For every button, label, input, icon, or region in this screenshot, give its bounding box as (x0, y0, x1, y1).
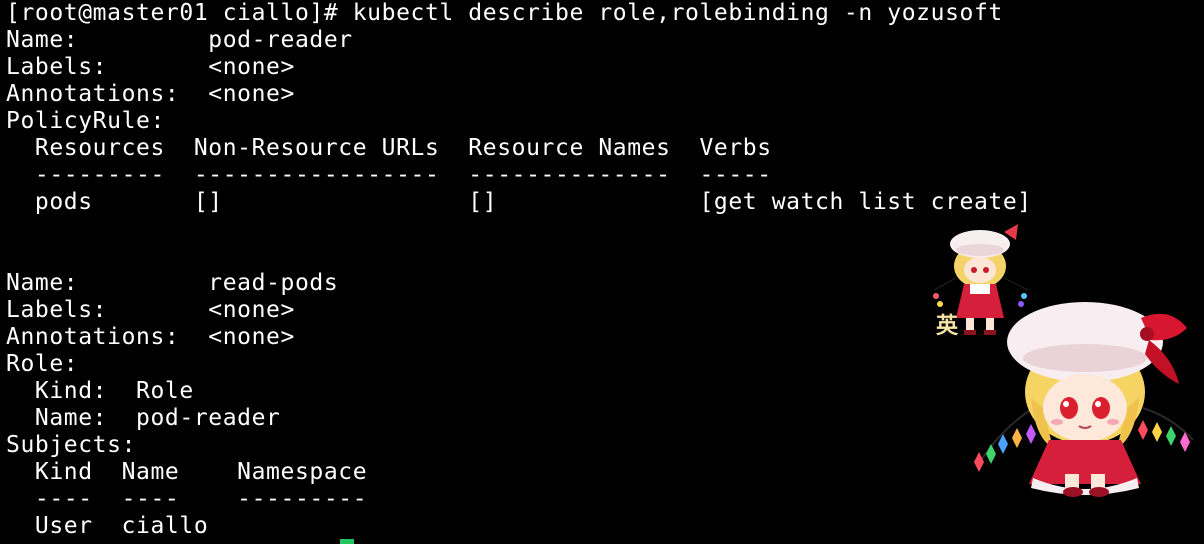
terminal-output-line: User ciallo (6, 513, 209, 539)
terminal-output-line: PolicyRule: (6, 108, 165, 134)
chibi-character-icon (974, 302, 1194, 497)
terminal-output-line: --------- ----------------- ------------… (6, 162, 772, 188)
terminal-output-line: Name: pod-reader (6, 27, 353, 53)
language-badge: 英 (936, 314, 959, 339)
terminal-output-line: pods [] [] [get watch list create] (6, 189, 1032, 215)
terminal-command-line: [root@master01 ciallo]# kubectl describe… (6, 0, 1003, 26)
terminal-output-line: Resources Non-Resource URLs Resource Nam… (6, 135, 772, 161)
terminal-cursor (340, 539, 354, 544)
terminal-output-line: Labels: <none> (6, 54, 295, 80)
terminal-output-line: Annotations: <none> (6, 81, 295, 107)
